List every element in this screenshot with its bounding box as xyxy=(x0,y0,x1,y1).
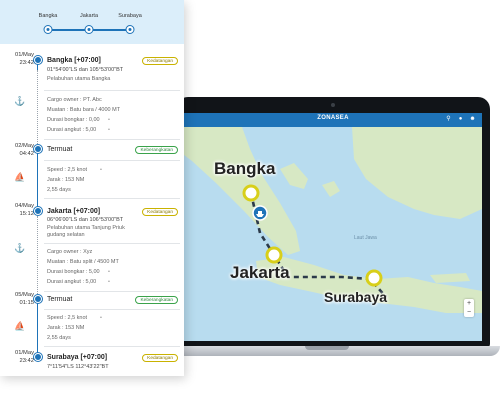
event-date: 05/May xyxy=(14,292,34,298)
bullet: • xyxy=(108,117,110,123)
place-jakarta: Jakarta xyxy=(230,263,290,282)
event-port: Pelabuhan utama Tanjung Priuk gudang sel… xyxy=(47,225,125,238)
event-coords: 01°54'00"LS dan 105°53'00"BT xyxy=(47,67,124,73)
detail-line: Cargo owner : PT. Abc xyxy=(47,97,102,103)
event-coords: 06°06'00"LS dan 106°53'00"BT xyxy=(47,217,124,223)
detail-line: Speed : 2,5 knot xyxy=(47,315,88,321)
timeline-dot xyxy=(33,353,42,361)
topbar-icons: ⚲ ● ☻ xyxy=(445,116,476,123)
detail-line: 2,55 days xyxy=(47,335,71,341)
step-label-bangka: Bangka xyxy=(38,13,58,19)
step-dot-jakarta[interactable] xyxy=(84,25,94,34)
timeline-line xyxy=(37,146,39,212)
timeline-panel: Bangka Jakarta Surabaya 01/May 23:42 Ban… xyxy=(0,0,184,376)
timeline-dot xyxy=(33,56,42,64)
route-node-bangka[interactable] xyxy=(242,184,260,202)
divider xyxy=(44,309,180,310)
event-port: Pelabuhan utama Bangka xyxy=(47,76,111,82)
route-stepper: Bangka Jakarta Surabaya xyxy=(0,0,184,44)
step-dot-surabaya[interactable] xyxy=(125,25,135,34)
detail-line: Durasi angkut : 5,00 xyxy=(47,279,97,285)
divider xyxy=(44,243,180,244)
laptop-notch xyxy=(305,346,349,350)
status-badge: Kedatangan xyxy=(142,208,178,216)
route-node-jakarta[interactable] xyxy=(265,246,283,264)
timeline-dotted xyxy=(37,70,39,146)
timeline-dotted xyxy=(37,216,39,300)
step-label-surabaya: Surabaya xyxy=(118,13,142,19)
detail-line: Durasi bongkar : 0,00 xyxy=(47,117,100,123)
event-title[interactable]: Termuat xyxy=(47,146,72,153)
bullet: • xyxy=(100,315,102,321)
route-node-surabaya[interactable] xyxy=(365,269,383,287)
detail-line: Durasi bongkar : 5,00 xyxy=(47,269,100,275)
detail-line: Jarak : 153 NM xyxy=(47,325,85,331)
detail-line: Muatan : Batu split / 4500 MT xyxy=(47,259,119,265)
detail-line: Jarak : 153 NM xyxy=(47,177,85,183)
event-date: 01/May xyxy=(14,52,34,58)
divider xyxy=(44,90,180,91)
laptop-screen: ZONASEA ⚲ ● ☻ Laut Jawa Bangka Jakarta S… xyxy=(184,113,482,341)
divider xyxy=(44,139,180,140)
timeline-line xyxy=(37,300,39,358)
event-time: 01:15 xyxy=(19,300,34,306)
laptop: ZONASEA ⚲ ● ☻ Laut Jawa Bangka Jakarta S… xyxy=(176,97,490,348)
status-badge: Kedatangan xyxy=(142,354,178,362)
detail-line: Cargo owner : Xyz xyxy=(47,249,93,255)
bullet: • xyxy=(108,269,110,275)
zoom-out-button[interactable]: − xyxy=(464,308,474,317)
event-coords: 7°11'54"LS 112°43'22"BT xyxy=(47,364,109,370)
event-title[interactable]: Termuat xyxy=(47,296,72,303)
status-badge: Keberangkatan xyxy=(135,296,178,304)
ship-icon: ⛵ xyxy=(14,321,26,331)
divider xyxy=(44,291,180,292)
stage: ZONASEA ⚲ ● ☻ Laut Jawa Bangka Jakarta S… xyxy=(0,0,500,404)
timeline-dot xyxy=(33,207,42,215)
event-title[interactable]: Jakarta [+07:00] xyxy=(47,208,100,215)
anchor-icon: ⚓ xyxy=(14,243,26,253)
event-time: 15:12 xyxy=(19,211,34,217)
zoom-in-button[interactable]: + xyxy=(464,299,474,308)
event-time: 23:42 xyxy=(19,60,34,66)
ship-icon: ⛵ xyxy=(14,172,26,182)
zoom-control: + − xyxy=(464,299,474,317)
event-date: 01/May xyxy=(14,350,34,356)
event-time: 23:42 xyxy=(19,358,34,364)
bell-icon[interactable]: ● xyxy=(457,116,464,123)
status-badge: Keberangkatan xyxy=(135,146,178,154)
anchor-icon: ⚓ xyxy=(14,96,26,106)
detail-line: Durasi angkut : 5,00 xyxy=(47,127,97,133)
bullet: • xyxy=(100,167,102,173)
place-surabaya: Surabaya xyxy=(324,289,388,305)
detail-line: Muatan : Batu bara / 4000 MT xyxy=(47,107,121,113)
event-title[interactable]: Surabaya [+07:00] xyxy=(47,354,107,361)
event-title[interactable]: Bangka [+07:00] xyxy=(47,57,101,64)
timeline-dot xyxy=(33,295,42,303)
detail-line: 2,55 days xyxy=(47,187,71,193)
bullet: • xyxy=(108,127,110,133)
camera xyxy=(331,103,335,107)
divider xyxy=(44,198,180,199)
status-badge: Kedatangan xyxy=(142,57,178,65)
detail-line: Speed : 2,5 knot xyxy=(47,167,88,173)
divider xyxy=(44,346,180,347)
search-icon[interactable]: ⚲ xyxy=(445,116,452,123)
step-label-jakarta: Jakarta xyxy=(79,13,99,19)
app-title: ZONASEA xyxy=(317,115,349,121)
event-date: 04/May xyxy=(14,203,34,209)
event-time: 04:42 xyxy=(19,151,34,157)
step-dot-bangka[interactable] xyxy=(43,25,53,34)
bullet: • xyxy=(108,279,110,285)
timeline-dot xyxy=(33,145,42,153)
event-date: 02/May xyxy=(14,143,34,149)
sea-label: Laut Jawa xyxy=(354,235,377,241)
app-topbar: ZONASEA ⚲ ● ☻ xyxy=(184,113,482,127)
divider xyxy=(44,160,180,161)
place-bangka: Bangka xyxy=(214,159,276,178)
user-icon[interactable]: ☻ xyxy=(469,116,476,123)
